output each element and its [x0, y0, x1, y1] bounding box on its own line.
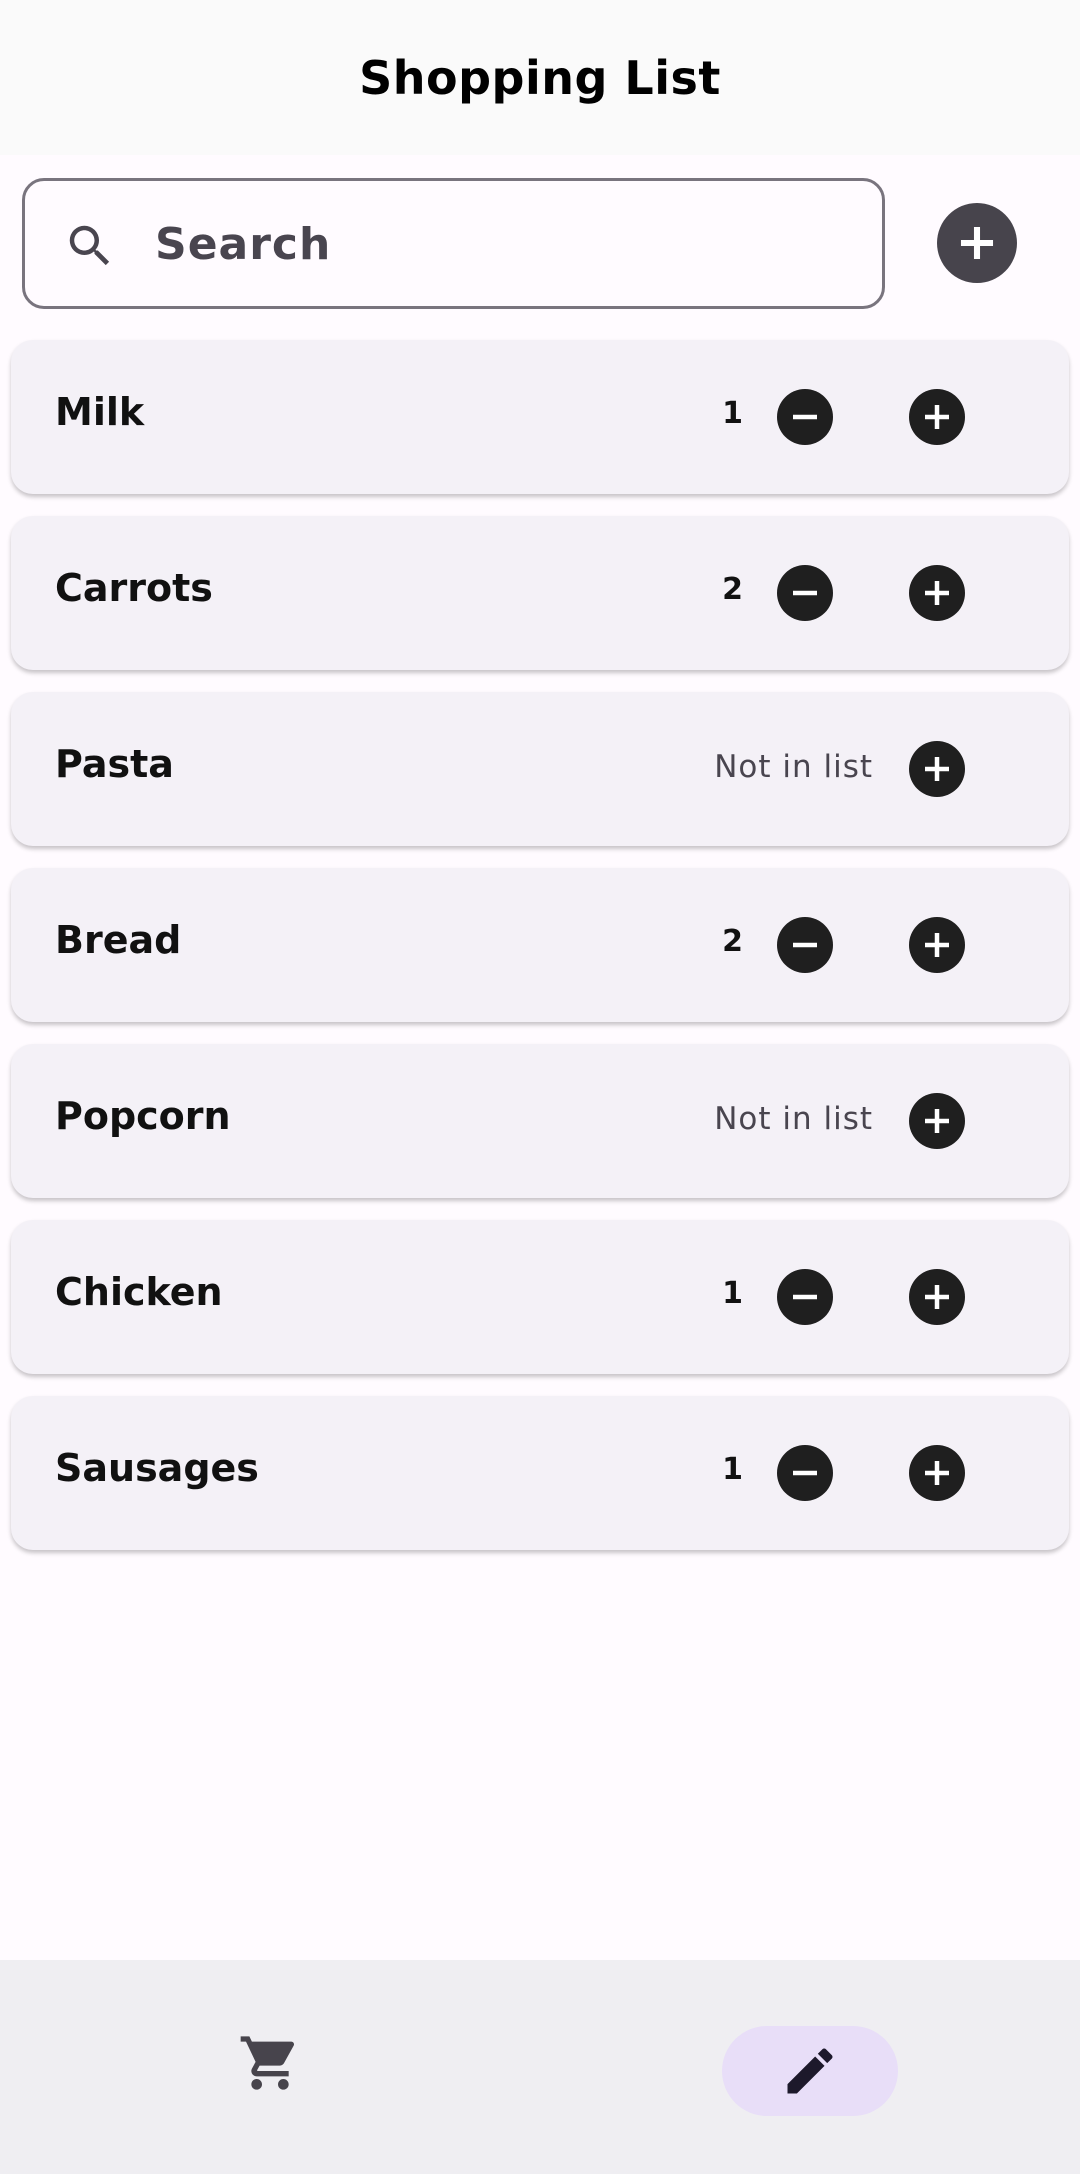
plus-icon	[925, 581, 949, 605]
add-new-item-button[interactable]	[937, 203, 1017, 283]
item-name: Bread	[55, 918, 182, 962]
add-to-list-button[interactable]	[909, 1093, 965, 1149]
plus-icon	[925, 1461, 949, 1485]
list-item: Sausages 1	[11, 1396, 1069, 1550]
decrease-quantity-button[interactable]	[777, 1445, 833, 1501]
item-quantity: 1	[722, 396, 743, 431]
plus-icon	[925, 1285, 949, 1309]
plus-icon	[960, 226, 994, 260]
item-name: Chicken	[55, 1270, 223, 1314]
item-name: Carrots	[55, 566, 213, 610]
nav-shopping-list-tab[interactable]	[220, 2023, 320, 2103]
not-in-list-label: Not in list	[714, 749, 873, 785]
list-item: Chicken 1	[11, 1220, 1069, 1374]
increase-quantity-button[interactable]	[909, 1269, 965, 1325]
minus-icon	[793, 590, 817, 596]
minus-icon	[793, 942, 817, 948]
decrease-quantity-button[interactable]	[777, 1269, 833, 1325]
add-to-list-button[interactable]	[909, 741, 965, 797]
minus-icon	[793, 414, 817, 420]
pencil-icon	[787, 2048, 833, 2094]
increase-quantity-button[interactable]	[909, 565, 965, 621]
not-in-list-label: Not in list	[714, 1101, 873, 1137]
decrease-quantity-button[interactable]	[777, 389, 833, 445]
shopping-list-app: Shopping List Milk 1 C	[0, 0, 1080, 2174]
app-bar: Shopping List	[0, 0, 1080, 155]
search-input[interactable]	[155, 211, 855, 277]
bottom-navigation	[0, 1960, 1080, 2174]
list-item: Bread 2	[11, 868, 1069, 1022]
nav-edit-tab[interactable]	[722, 2026, 898, 2116]
decrease-quantity-button[interactable]	[777, 565, 833, 621]
search-row	[0, 155, 1080, 330]
page-title: Shopping List	[359, 50, 721, 105]
item-name: Milk	[55, 390, 145, 434]
item-quantity: 2	[722, 572, 743, 607]
item-name: Popcorn	[55, 1094, 231, 1138]
increase-quantity-button[interactable]	[909, 389, 965, 445]
list-item: Carrots 2	[11, 516, 1069, 670]
item-name: Pasta	[55, 742, 174, 786]
increase-quantity-button[interactable]	[909, 1445, 965, 1501]
shopping-cart-icon	[240, 2036, 295, 2090]
list-item: Pasta Not in list	[11, 692, 1069, 846]
decrease-quantity-button[interactable]	[777, 917, 833, 973]
minus-icon	[793, 1470, 817, 1476]
item-quantity: 1	[722, 1452, 743, 1487]
plus-icon	[925, 933, 949, 957]
increase-quantity-button[interactable]	[909, 917, 965, 973]
item-name: Sausages	[55, 1446, 259, 1490]
search-field[interactable]	[22, 178, 885, 309]
plus-icon	[925, 1109, 949, 1133]
item-quantity: 2	[722, 924, 743, 959]
search-icon	[69, 225, 110, 266]
list-item: Milk 1	[11, 340, 1069, 494]
list-item: Popcorn Not in list	[11, 1044, 1069, 1198]
plus-icon	[925, 405, 949, 429]
minus-icon	[793, 1294, 817, 1300]
plus-icon	[925, 757, 949, 781]
item-quantity: 1	[722, 1276, 743, 1311]
